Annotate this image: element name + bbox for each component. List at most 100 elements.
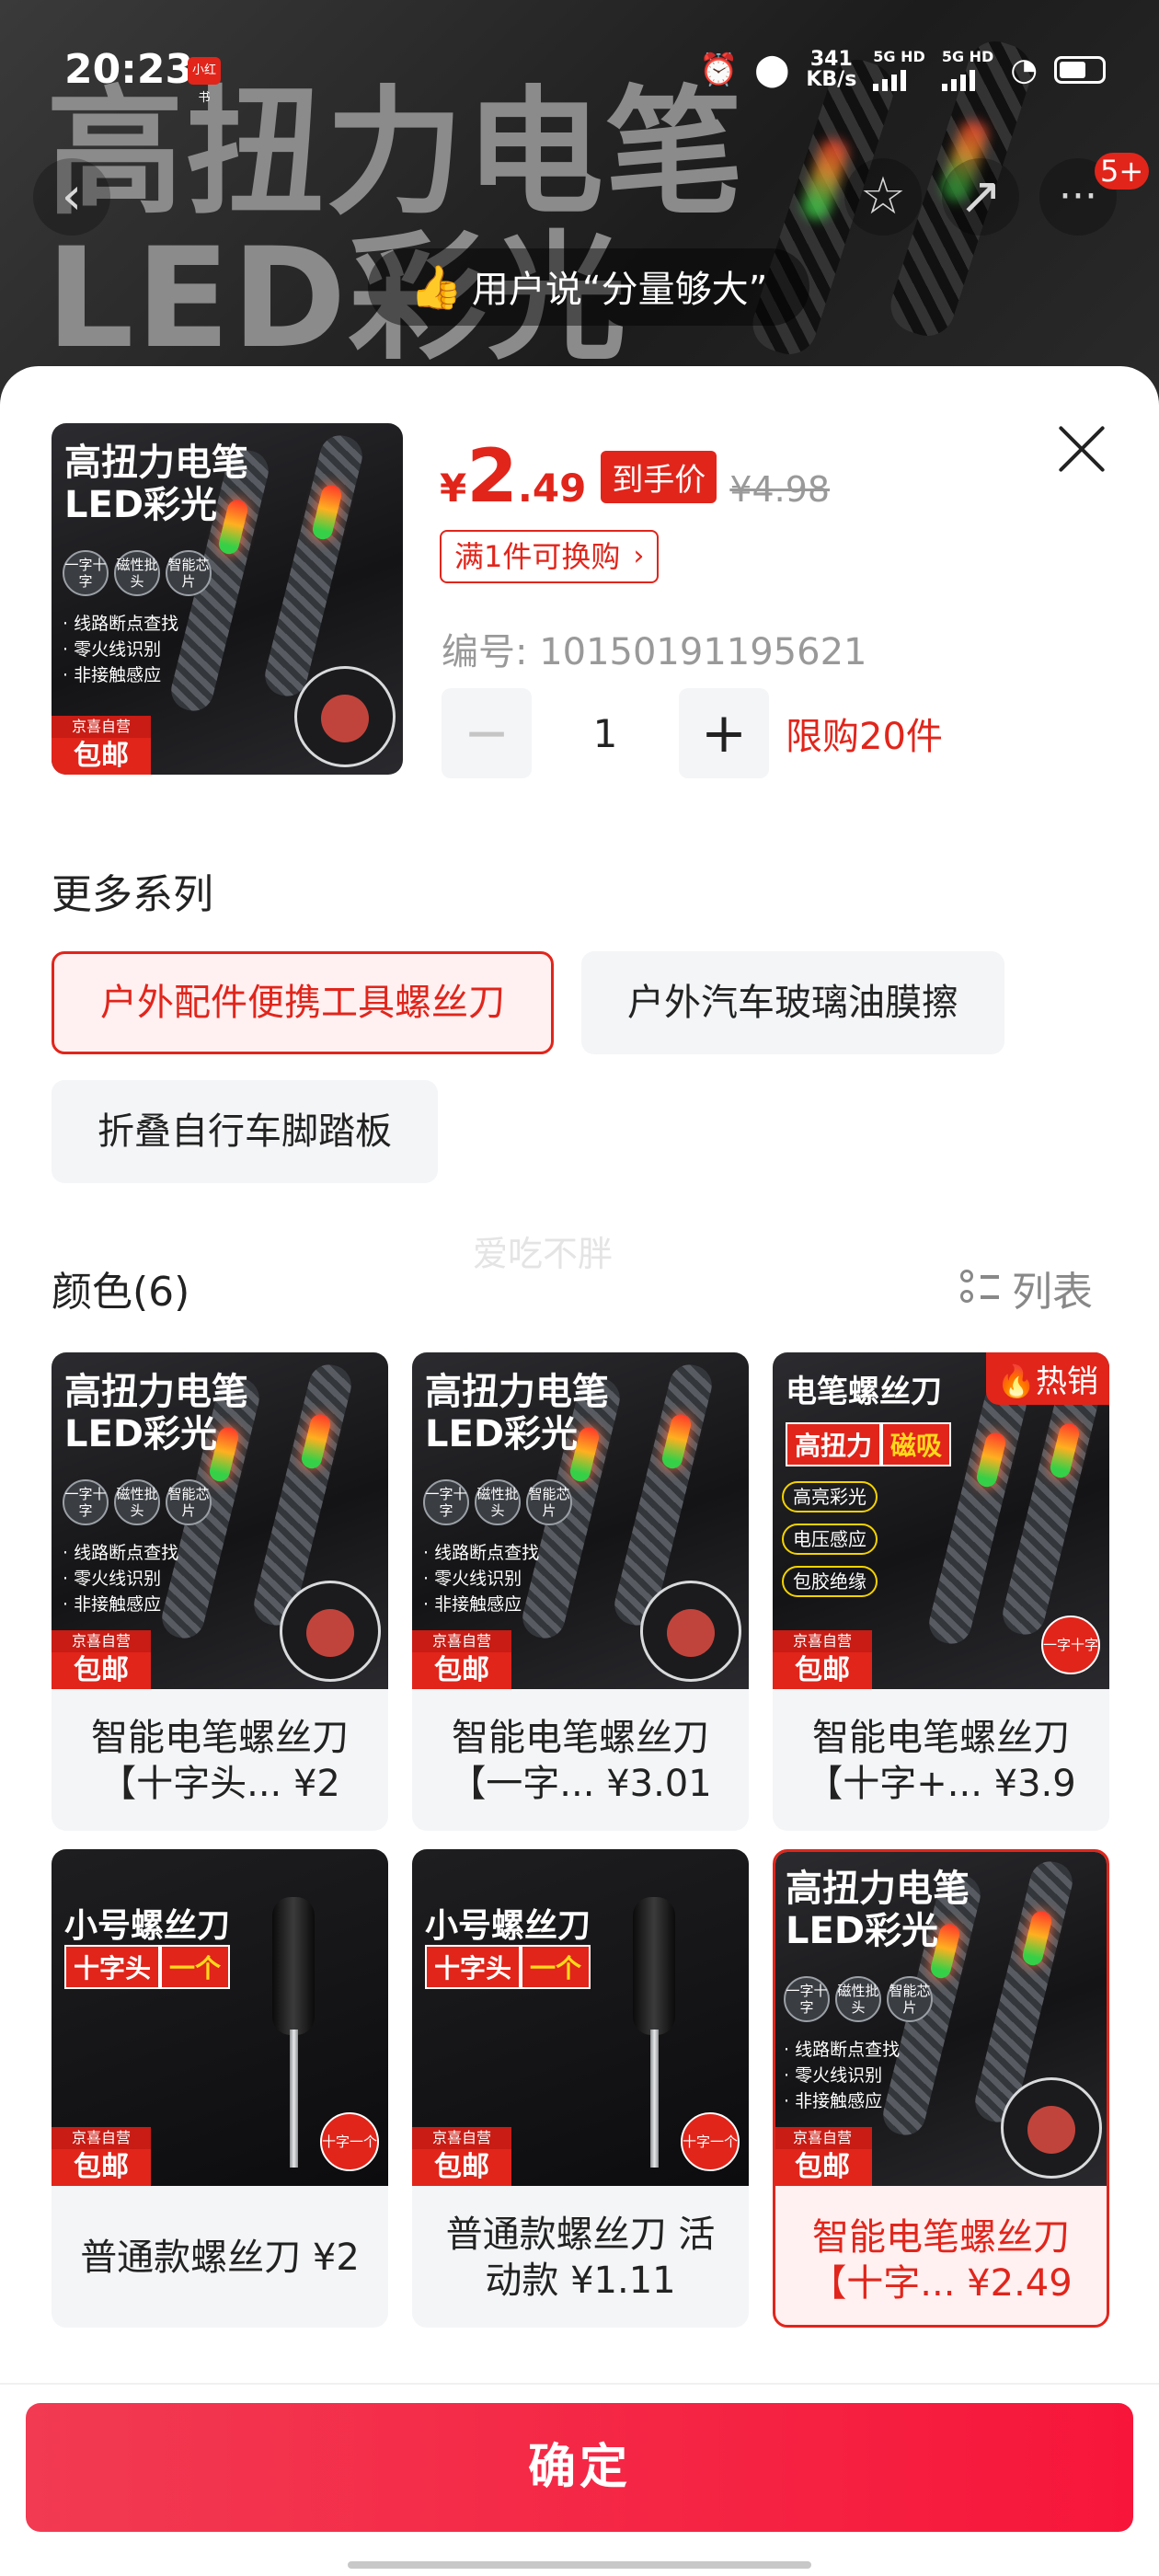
- sim2-label: 5G HD: [941, 48, 994, 65]
- selected-product-thumbnail[interactable]: 高扭力电笔 LED彩光 一字十字 磁性批头 智能芯片 · 线路断点查找 · 零火…: [52, 423, 403, 775]
- image-red-label: 十字头 一个: [64, 1945, 231, 1989]
- image-red-label: 十字头 一个: [425, 1945, 591, 1989]
- screwdriver-handle: [272, 1897, 315, 2035]
- home-indicator[interactable]: [348, 2561, 811, 2569]
- sku-selection-sheet: 高扭力电笔 LED彩光 一字十字 磁性批头 智能芯片 · 线路断点查找 · 零火…: [0, 366, 1159, 2576]
- pen-graphic: [260, 431, 367, 701]
- color-option-card[interactable]: 🔥热销 电笔螺丝刀 高扭力 磁吸 高亮彩光 电压感应 包胶绝缘 一字十字 京喜自营 包邮…: [773, 1352, 1109, 1831]
- feature-bullets: · 线路断点查找 · 零火线识别 · 非接触感应: [63, 611, 178, 688]
- free-shipping-main: 包邮: [434, 2151, 489, 2183]
- option-image-art: 小号螺丝刀 十字头 一个 十字一个 京喜自营 包邮: [412, 1849, 749, 2186]
- promo-text: 满1件可换购: [454, 539, 621, 574]
- feature-bullet: · 线路断点查找: [423, 1543, 540, 1563]
- star-icon[interactable]: ☆: [844, 158, 922, 236]
- series-chip[interactable]: 户外汽车玻璃油膜擦: [581, 951, 1004, 1054]
- series-chip[interactable]: 折叠自行车脚踏板: [52, 1080, 438, 1183]
- feature-badges: 一字十字 磁性批头 智能芯片: [423, 1479, 572, 1525]
- closeup-lens: [1001, 2077, 1102, 2179]
- feature-bullet: · 线路断点查找: [63, 614, 179, 634]
- feature-badge: 磁性批头: [114, 550, 160, 596]
- type-round-badge: 十字一个: [681, 2112, 740, 2171]
- feature-bullets: · 线路断点查找 · 零火线识别 · 非接触感应: [63, 1540, 178, 1617]
- feature-bullet: · 非接触感应: [423, 1594, 522, 1615]
- purchase-limit: 限购20件: [786, 716, 943, 758]
- feature-badge: 一字十字: [63, 550, 109, 596]
- color-option-card[interactable]: 小号螺丝刀 十字头 一个 十字一个 京喜自营 包邮 普通款螺丝刀 ¥2: [52, 1849, 388, 2328]
- option-image: 高扭力电笔 LED彩光 一字十字 磁性批头 智能芯片 · 线路断点查找 · 零火线识别 ·…: [775, 1852, 1107, 2186]
- feature-badge: 一字十字: [63, 1479, 109, 1525]
- series-chip[interactable]: 户外配件便携工具螺丝刀: [52, 951, 554, 1054]
- option-image: 高扭力电笔 LED彩光 一字十字 磁性批头 智能芯片 · 线路断点查找 · 零火线识别 ·…: [412, 1352, 749, 1689]
- closeup-lens: [294, 666, 396, 767]
- image-title-line2: LED彩光: [425, 1413, 579, 1455]
- user-review-pill[interactable]: 👍 用户说“分量够大”: [368, 248, 809, 326]
- red-label-text: 十字头: [425, 1945, 522, 1989]
- exchange-promo-button[interactable]: 满1件可换购 ›: [440, 530, 660, 583]
- image-title-line1: 高扭力电笔: [786, 1868, 970, 1910]
- free-shipping-tag: 京喜自营 包邮: [52, 716, 151, 775]
- price-integer: 2: [466, 433, 518, 519]
- option-image: 小号螺丝刀 十字头 一个 十字一个 京喜自营 包邮: [52, 1849, 388, 2186]
- type-round-badge: 十字一个: [320, 2112, 379, 2171]
- feature-badges: 一字十字 磁性批头 智能芯片: [784, 1976, 933, 2022]
- image-title-line2: LED彩光: [64, 484, 218, 526]
- color-option-card[interactable]: 高扭力电笔 LED彩光 一字十字 磁性批头 智能芯片 · 线路断点查找 · 零火线识别 ·…: [52, 1352, 388, 1831]
- feature-bullet: · 非接触感应: [63, 665, 162, 685]
- back-icon[interactable]: ‹: [33, 158, 110, 236]
- app-notification-icon: 小红书: [188, 57, 221, 105]
- image-red-label: 高扭力 磁吸: [786, 1422, 952, 1466]
- feature-badge: 一字十字: [784, 1976, 830, 2022]
- option-image: 小号螺丝刀 十字头 一个 十字一个 京喜自营 包邮: [412, 1849, 749, 2186]
- feature-badge: 智能芯片: [166, 1479, 212, 1525]
- image-title: 小号螺丝刀: [425, 1907, 591, 1945]
- closeup-lens: [640, 1581, 741, 1682]
- product-image: 高扭力电笔 LED彩光 一字十字 磁性批头 智能芯片 · 线路断点查找 · 零火…: [52, 423, 403, 775]
- feature-chip: 包胶绝缘: [782, 1566, 878, 1597]
- free-shipping-top: 京喜自营: [775, 2127, 872, 2149]
- quantity-value[interactable]: 1: [532, 711, 679, 756]
- list-view-label: 列表: [1012, 1269, 1093, 1316]
- feature-bullet: · 零火线识别: [423, 1569, 522, 1589]
- feature-badge: 智能芯片: [526, 1479, 572, 1525]
- feature-bullet: · 非接触感应: [784, 2091, 883, 2111]
- fire-icon: 🔥: [996, 1363, 1036, 1400]
- price-symbol: ¥: [440, 466, 467, 511]
- color-section-title: 颜色(6): [52, 1269, 190, 1316]
- feature-bullet: · 零火线识别: [63, 1569, 162, 1589]
- color-option-card-selected[interactable]: 高扭力电笔 LED彩光 一字十字 磁性批头 智能芯片 · 线路断点查找 · 零火线识别 ·…: [773, 1849, 1109, 2328]
- close-icon[interactable]: [1049, 416, 1115, 482]
- screwdriver-shaft: [290, 2030, 298, 2168]
- feature-bullet: · 非接触感应: [63, 1594, 162, 1615]
- network-speed: 341 KB/s: [806, 49, 856, 90]
- free-shipping-tag: 京喜自营 包邮: [775, 2127, 872, 2186]
- feature-bullet: · 零火线识别: [63, 639, 162, 660]
- sim1-label: 5G HD: [873, 48, 925, 65]
- free-shipping-top: 京喜自营: [52, 716, 151, 738]
- free-shipping-top: 京喜自营: [52, 2127, 151, 2149]
- sku-number: 编号: 10150191195621: [442, 631, 867, 673]
- quantity-stepper: − 1 + 限购20件: [442, 688, 943, 778]
- free-shipping-top: 京喜自营: [412, 2127, 511, 2149]
- yellow-label-text: 一个: [160, 1945, 231, 1989]
- feature-chip: 电压感应: [782, 1524, 878, 1555]
- free-shipping-tag: 京喜自营 包邮: [773, 1630, 872, 1689]
- share-icon[interactable]: ↗: [942, 158, 1019, 236]
- hot-sale-badge: 🔥热销: [985, 1352, 1109, 1405]
- user-review-text: 用户说“分量够大”: [471, 269, 768, 311]
- confirm-button[interactable]: 确定: [26, 2403, 1133, 2532]
- signal-icon: [873, 65, 925, 91]
- color-option-card[interactable]: 高扭力电笔 LED彩光 一字十字 磁性批头 智能芯片 · 线路断点查找 · 零火线识别 ·…: [412, 1352, 749, 1831]
- image-title-line1: 高扭力电笔: [64, 1371, 248, 1413]
- minus-icon[interactable]: −: [442, 688, 532, 778]
- feature-bullets: · 线路断点查找 · 零火线识别 · 非接触感应: [784, 2037, 900, 2114]
- color-option-card[interactable]: 小号螺丝刀 十字头 一个 十字一个 京喜自营 包邮 普通款螺丝刀 活动款 ¥1.11: [412, 1849, 749, 2328]
- list-view-icon: [960, 1268, 999, 1308]
- option-image-art: 高扭力电笔 LED彩光 一字十字 磁性批头 智能芯片 · 线路断点查找 · 零火线识别 ·…: [412, 1352, 749, 1689]
- series-section-title: 更多系列: [52, 871, 213, 918]
- image-title-line1: 高扭力电笔: [425, 1371, 609, 1413]
- feature-badge: 智能芯片: [887, 1976, 933, 2022]
- free-shipping-tag: 京喜自营 包邮: [412, 2127, 511, 2186]
- free-shipping-top: 京喜自营: [773, 1630, 872, 1652]
- list-view-toggle[interactable]: 列表: [960, 1259, 1093, 1317]
- plus-icon[interactable]: +: [679, 688, 769, 778]
